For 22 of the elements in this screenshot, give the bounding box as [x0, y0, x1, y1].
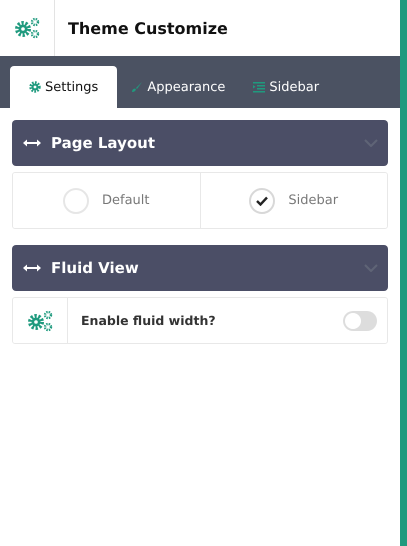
list-icon [253, 81, 266, 93]
panel-title: Theme Customize [67, 18, 228, 40]
section-title: Fluid View [51, 259, 140, 277]
section-title: Page Layout [51, 134, 156, 152]
section-header[interactable]: Page Layout [12, 120, 388, 166]
brush-icon [131, 81, 144, 93]
toggle-switch[interactable] [343, 310, 377, 330]
gear-icon [29, 81, 41, 93]
tab[interactable]: Settings [10, 66, 118, 108]
radio-button[interactable] [63, 188, 89, 214]
tab[interactable]: Appearance [117, 66, 240, 108]
tab[interactable]: Sidebar [239, 66, 334, 108]
gears-icon [27, 310, 53, 332]
option-label: Sidebar [288, 193, 338, 208]
setting-label: Enable fluid width? [80, 313, 217, 328]
section-header[interactable]: Fluid View [12, 245, 388, 291]
arrows-icon [22, 263, 42, 273]
radio-button[interactable] [249, 188, 276, 214]
arrows-icon [22, 138, 42, 148]
option-label: Default [102, 193, 150, 208]
gears-icon [14, 17, 40, 39]
check-icon [256, 196, 268, 206]
